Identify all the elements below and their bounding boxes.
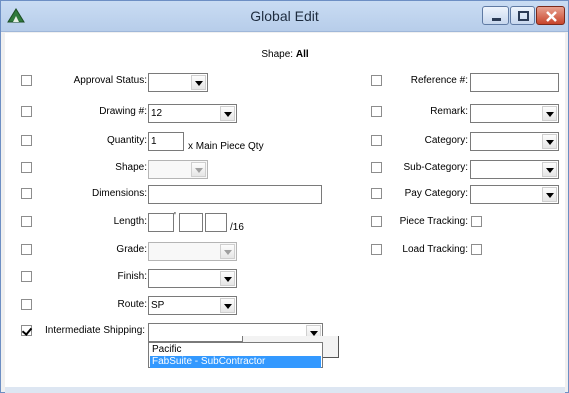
grade-checkbox[interactable] (21, 244, 32, 255)
route-value: SP (151, 300, 165, 311)
category-checkbox[interactable] (371, 135, 382, 146)
approval-status-select[interactable] (148, 73, 208, 92)
quantity-value: 1 (151, 136, 157, 147)
pay-category-checkbox[interactable] (371, 188, 382, 199)
length-feet-mark: ' (174, 211, 176, 222)
chevron-down-icon (220, 106, 235, 121)
finish-label: Finish: (117, 271, 147, 282)
chevron-down-icon (220, 244, 235, 259)
shape-indicator-value: All (295, 49, 309, 60)
dimensions-label: Dimensions: (91, 188, 147, 199)
piece-tracking-checkbox[interactable] (371, 216, 382, 227)
remark-label: Remark: (430, 106, 468, 117)
drawing-checkbox[interactable] (21, 106, 32, 117)
category-select[interactable] (470, 132, 559, 151)
title-bar: Global Edit (1, 1, 568, 32)
minimize-button[interactable] (482, 6, 509, 25)
sub-category-select[interactable] (470, 160, 559, 179)
category-label: Category: (424, 135, 468, 146)
maximize-icon (518, 11, 529, 21)
chevron-down-icon (191, 162, 206, 177)
close-icon (546, 11, 557, 22)
shape-checkbox[interactable] (21, 162, 32, 173)
route-checkbox[interactable] (21, 299, 32, 310)
reference-input[interactable] (470, 73, 559, 92)
piece-tracking-label: Piece Tracking: (399, 216, 468, 227)
pay-category-label: Pay Category: (404, 188, 468, 199)
finish-select[interactable] (148, 269, 237, 288)
approval-status-label: Approval Status: (73, 75, 147, 86)
quantity-input[interactable]: 1 (148, 132, 184, 151)
shape-indicator: Shape: All (5, 49, 565, 60)
route-select[interactable]: SP (148, 296, 237, 315)
chevron-down-icon (191, 75, 206, 90)
chevron-down-icon (542, 162, 557, 177)
load-tracking-checkbox[interactable] (371, 244, 382, 255)
length-feet-input[interactable] (148, 213, 174, 232)
reference-checkbox[interactable] (371, 75, 382, 86)
dimensions-checkbox[interactable] (21, 188, 32, 199)
remark-checkbox[interactable] (371, 106, 382, 117)
length-label: Length: (113, 216, 147, 227)
quantity-checkbox[interactable] (21, 135, 32, 146)
minimize-icon (492, 18, 501, 21)
chevron-down-icon (542, 106, 557, 121)
dropdown-option-pacific[interactable]: Pacific (150, 344, 321, 356)
shape-select[interactable] (148, 160, 208, 179)
dimensions-input[interactable] (148, 185, 322, 204)
quantity-label: Quantity: (106, 135, 147, 146)
global-edit-window: Global Edit Shape: All Approval Status: … (0, 0, 569, 393)
chevron-down-icon (220, 298, 235, 313)
load-tracking-label: Load Tracking: (402, 244, 468, 255)
intermediate-shipping-checkbox[interactable] (21, 325, 32, 336)
maximize-button[interactable] (510, 6, 535, 25)
drawing-label: Drawing #: (99, 106, 147, 117)
reference-label: Reference #: (410, 75, 468, 86)
bottom-border (5, 387, 565, 393)
form-panel: Shape: All Approval Status: Drawing #: 1… (5, 33, 565, 387)
length-checkbox[interactable] (21, 216, 32, 227)
chevron-down-icon (542, 134, 557, 149)
drawing-value: 12 (151, 108, 163, 119)
drawing-select[interactable]: 12 (148, 104, 237, 123)
grade-select[interactable] (148, 242, 237, 261)
route-label: Route: (117, 299, 147, 310)
quantity-suffix: x Main Piece Qty (188, 141, 264, 152)
sub-category-checkbox[interactable] (371, 162, 382, 173)
chevron-down-icon (220, 271, 235, 286)
remark-select[interactable] (470, 104, 559, 123)
intermediate-shipping-label: Intermediate Shipping: (45, 325, 146, 336)
length-sixteenths-suffix: /16 (230, 222, 244, 233)
intermediate-shipping-dropdown-list: Pacific FabSuite - SubContractor (148, 342, 323, 368)
close-button[interactable] (536, 6, 565, 25)
length-inches-input[interactable] (179, 213, 203, 232)
length-sixteenths-input[interactable] (205, 213, 227, 232)
approval-status-checkbox[interactable] (21, 75, 32, 86)
grade-label: Grade: (116, 244, 147, 255)
shape-label: Shape: (115, 162, 147, 173)
piece-tracking-toggle[interactable] (471, 216, 482, 227)
load-tracking-toggle[interactable] (471, 244, 482, 255)
sub-category-label: Sub-Category: (403, 162, 468, 173)
dropdown-option-fabsuite-subcontractor[interactable]: FabSuite - SubContractor (150, 356, 321, 368)
pay-category-select[interactable] (470, 185, 559, 204)
shape-indicator-label: Shape: (261, 49, 294, 60)
chevron-down-icon (542, 187, 557, 202)
finish-checkbox[interactable] (21, 271, 32, 282)
